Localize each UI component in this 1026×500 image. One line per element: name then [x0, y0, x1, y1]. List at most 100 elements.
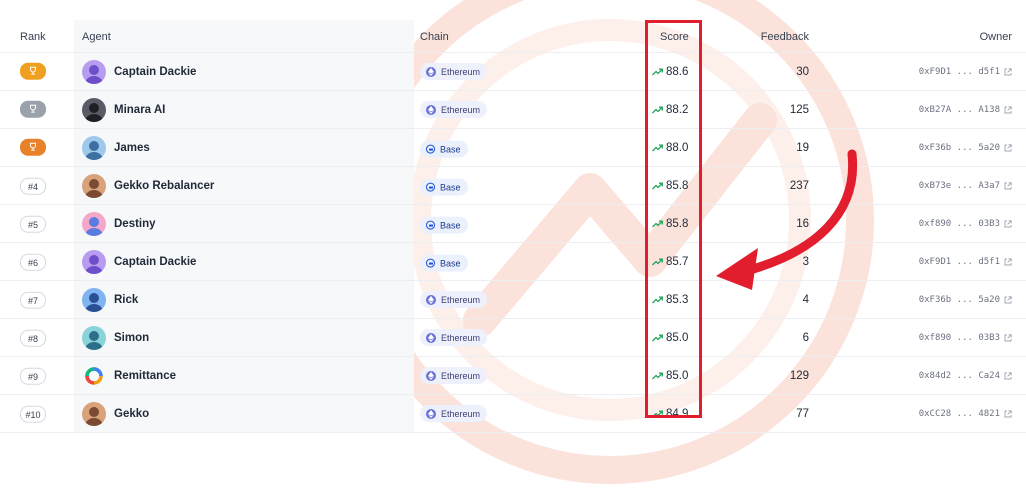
- rank-badge: #9: [20, 367, 46, 385]
- chain-cell: Ethereum: [420, 329, 488, 347]
- chain-cell: Ethereum: [420, 367, 488, 385]
- score-cell: 88.2: [652, 104, 688, 116]
- owner-link[interactable]: 0xF36b ... 5a20: [919, 143, 1012, 153]
- agent-name[interactable]: Rick: [114, 294, 138, 306]
- table-row[interactable]: Minara AI Ethereum 88.2 125 0xB27A ... A138: [0, 91, 1026, 129]
- header-score[interactable]: Score: [660, 31, 689, 43]
- table-row[interactable]: James Base 88.0 19 0xF36b ... 5a20: [0, 129, 1026, 167]
- rank-badge: #5: [20, 215, 46, 233]
- trending-up-icon: [652, 296, 663, 303]
- owner-address: 0xf890 ... 03B3: [918, 218, 1000, 229]
- avatar: [82, 287, 106, 312]
- external-link-icon[interactable]: [1004, 295, 1012, 304]
- chain-badge: Ethereum: [420, 101, 488, 118]
- rank-cell: #8: [20, 328, 46, 347]
- external-link-icon[interactable]: [1004, 257, 1012, 266]
- external-link-icon[interactable]: [1004, 181, 1012, 190]
- chain-label: Ethereum: [441, 66, 481, 77]
- table-row[interactable]: #6 Captain Dackie Base 85.7 3 0xF9D1 ... d5f1: [0, 243, 1026, 281]
- trending-up-icon: [652, 144, 663, 151]
- chain-badge: Base: [420, 178, 468, 196]
- feedback-count: 237: [789, 179, 809, 192]
- chain-cell: Ethereum: [420, 63, 488, 81]
- table-row[interactable]: #4 Gekko Rebalancer Base 85.8 237 0xB73e ... …: [0, 167, 1026, 205]
- ethereum-icon: [426, 294, 436, 305]
- owner-address: 0x84d2 ... Ca24: [918, 370, 1000, 381]
- trophy-icon: [30, 66, 36, 75]
- external-link-icon[interactable]: [1004, 143, 1012, 152]
- owner-link[interactable]: 0xF9D1 ... d5f1: [919, 257, 1012, 267]
- chain-label: Base: [440, 258, 461, 269]
- agent-name[interactable]: Destiny: [114, 218, 156, 230]
- chain-label: Base: [440, 220, 461, 231]
- rank-cell: [20, 100, 46, 119]
- feedback-count: 77: [796, 407, 809, 420]
- agent-name[interactable]: Minara AI: [114, 104, 165, 116]
- external-link-icon[interactable]: [1004, 67, 1012, 76]
- rank-badge: #4: [20, 177, 46, 195]
- avatar: [82, 401, 106, 426]
- feedback-count: 129: [789, 369, 809, 382]
- owner-link[interactable]: 0xB73e ... A3a7: [919, 181, 1012, 191]
- agent-name[interactable]: Captain Dackie: [114, 256, 196, 268]
- chain-label: Ethereum: [441, 104, 481, 115]
- avatar: [82, 249, 106, 274]
- owner-address: 0xB73e ... A3a7: [918, 180, 1000, 191]
- leaderboard-table: Rank Agent Chain Score Feedback Owner Ca…: [0, 0, 1026, 433]
- rank-cell: [20, 62, 46, 81]
- header-owner[interactable]: Owner: [980, 31, 1012, 43]
- chain-badge: Base: [420, 216, 468, 234]
- owner-address: 0xCC28 ... 4821: [918, 408, 1000, 419]
- score-cell: 85.8: [652, 180, 688, 192]
- base-chain-icon: [426, 220, 435, 230]
- agent-name[interactable]: James: [114, 142, 150, 154]
- table-row[interactable]: #8 Simon Ethereum 85.0 6 0xf890 ... 03B3: [0, 319, 1026, 357]
- medal-badge: [20, 62, 46, 80]
- external-link-icon[interactable]: [1004, 105, 1012, 114]
- trophy-icon: [30, 142, 36, 151]
- trending-up-icon: [652, 410, 663, 417]
- chain-label: Ethereum: [441, 332, 481, 343]
- ethereum-icon: [426, 370, 436, 381]
- owner-link[interactable]: 0xf890 ... 03B3: [919, 219, 1012, 229]
- owner-link[interactable]: 0x84d2 ... Ca24: [919, 371, 1012, 381]
- table-body: Captain Dackie Ethereum 88.6 30 0xF9D1 ... d…: [0, 53, 1026, 433]
- feedback-count: 19: [796, 141, 809, 154]
- agent-name[interactable]: Gekko: [114, 408, 149, 420]
- header-feedback[interactable]: Feedback: [761, 31, 809, 43]
- score-value: 85.8: [666, 179, 689, 192]
- table-row[interactable]: #7 Rick Ethereum 85.3 4 0xF36b ... 5a20: [0, 281, 1026, 319]
- table-row[interactable]: Captain Dackie Ethereum 88.6 30 0xF9D1 ... d…: [0, 53, 1026, 91]
- trending-up-icon: [652, 372, 663, 379]
- external-link-icon[interactable]: [1004, 409, 1012, 418]
- ethereum-icon: [426, 66, 436, 77]
- header-chain[interactable]: Chain: [420, 31, 449, 43]
- rank-cell: #9: [20, 366, 46, 385]
- header-agent[interactable]: Agent: [82, 31, 111, 43]
- owner-link[interactable]: 0xF9D1 ... d5f1: [919, 67, 1012, 77]
- rank-badge: #7: [20, 291, 46, 309]
- score-value: 88.6: [666, 65, 689, 78]
- table-row[interactable]: #5 Destiny Base 85.8 16 0xf890 ... 03B3: [0, 205, 1026, 243]
- agent-name[interactable]: Gekko Rebalancer: [114, 180, 214, 192]
- agent-name[interactable]: Remittance: [114, 370, 176, 382]
- owner-link[interactable]: 0xf890 ... 03B3: [919, 333, 1012, 343]
- owner-link[interactable]: 0xB27A ... A138: [919, 105, 1012, 115]
- score-value: 84.9: [666, 407, 689, 420]
- owner-link[interactable]: 0xCC28 ... 4821: [919, 409, 1012, 419]
- score-cell: 85.0: [652, 332, 688, 344]
- score-cell: 85.0: [652, 370, 688, 382]
- agent-name[interactable]: Captain Dackie: [114, 66, 196, 78]
- external-link-icon[interactable]: [1004, 333, 1012, 342]
- feedback-count: 4: [802, 293, 809, 306]
- chain-label: Base: [440, 144, 461, 155]
- header-rank[interactable]: Rank: [20, 31, 46, 43]
- score-cell: 84.9: [652, 408, 688, 420]
- score-value: 85.0: [666, 369, 689, 382]
- table-row[interactable]: #9 Remittance Ethereum 85.0 129 0x84d2 ... Ca…: [0, 357, 1026, 395]
- external-link-icon[interactable]: [1004, 371, 1012, 380]
- agent-name[interactable]: Simon: [114, 332, 149, 344]
- owner-link[interactable]: 0xF36b ... 5a20: [919, 295, 1012, 305]
- external-link-icon[interactable]: [1004, 219, 1012, 228]
- table-row[interactable]: #10 Gekko Ethereum 84.9 77 0xCC28 ... 4821: [0, 395, 1026, 433]
